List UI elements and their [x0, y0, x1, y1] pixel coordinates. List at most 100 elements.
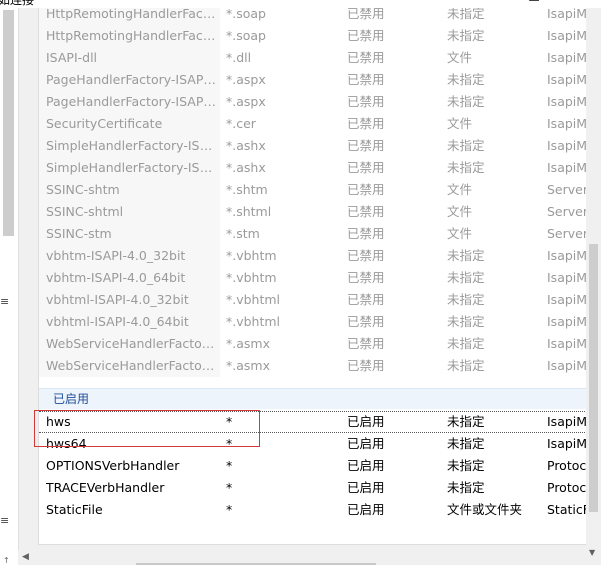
cell-type: 未指定 [447, 458, 485, 473]
table-row[interactable]: WebServiceHandlerFactory-... *.asmx 已禁用 未指定… [39, 333, 587, 355]
cell-state: 已禁用 [347, 336, 385, 351]
maximize-button[interactable]: ☐ [522, 0, 546, 6]
table-row[interactable]: PageHandlerFactory-ISAPI-... *.aspx 已禁用 未指定… [39, 91, 587, 113]
cell-type: 未指定 [447, 160, 485, 175]
table-row[interactable]: WebServiceHandlerFactory-... *.asmx 已禁用 未指定… [39, 355, 587, 377]
cell-name: vbhtml-ISAPI-4.0_32bit [46, 292, 189, 307]
table-row[interactable]: PageHandlerFactory-ISAPI-... *.aspx 已禁用 未指定… [39, 69, 587, 91]
cell-name: HttpRemotingHandlerFacto... [46, 28, 218, 43]
scroll-left-arrow-icon[interactable]: ◀ [22, 552, 29, 562]
table-row[interactable]: vbhtm-ISAPI-4.0_32bit *.vbhtm 已禁用 未指定 IsapiM [39, 245, 587, 267]
cell-state: 已启用 [347, 414, 385, 429]
cell-name: vbhtm-ISAPI-4.0_32bit [46, 248, 186, 263]
table-row[interactable]: HttpRemotingHandlerFacto... *.soap 已禁用 未指定 I… [39, 8, 587, 25]
cell-name: HttpRemotingHandlerFacto... [46, 8, 218, 21]
cell-path: *.vbhtml [226, 292, 281, 307]
scroll-up-arrow-icon[interactable]: ↑ [3, 556, 10, 565]
cell-name: vbhtm-ISAPI-4.0_64bit [46, 270, 186, 285]
cell-path: *.ashx [226, 138, 266, 153]
cell-state: 已启用 [347, 480, 385, 495]
cell-handler: IsapiM [547, 160, 587, 175]
cell-path: *.vbhtm [226, 270, 277, 285]
table-row[interactable]: SecurityCertificate *.cer 已禁用 文件 IsapiM [39, 113, 587, 135]
table-row[interactable]: vbhtml-ISAPI-4.0_64bit *.vbhtml 已禁用 未指定 Isap… [39, 311, 587, 333]
cell-name: SecurityCertificate [46, 116, 163, 131]
cell-handler: IsapiM [547, 292, 587, 307]
cell-name: WebServiceHandlerFactory-... [46, 358, 218, 373]
cell-state: 已禁用 [347, 204, 385, 219]
cell-type: 未指定 [447, 436, 485, 451]
cell-path: *.cer [226, 116, 256, 131]
cell-state: 已禁用 [347, 226, 385, 241]
cell-state: 已禁用 [347, 182, 385, 197]
table-row[interactable]: SSINC-shtml *.shtml 已禁用 文件 ServerS [39, 201, 587, 223]
table-row[interactable]: HttpRemotingHandlerFacto... *.soap 已禁用 未指定 I… [39, 25, 587, 47]
cell-type: 未指定 [447, 314, 485, 329]
cell-state: 已禁用 [347, 138, 385, 153]
cell-type: 未指定 [447, 94, 485, 109]
table-row[interactable]: StaticFile * 已启用 文件或文件夹 StaticFi [39, 499, 587, 521]
table-row[interactable]: SSINC-stm *.stm 已禁用 文件 ServerS [39, 223, 587, 245]
cell-path: *.ashx [226, 160, 266, 175]
horizontal-scrollbar[interactable]: ◀ [18, 550, 586, 565]
handler-mappings-list: HttpRemotingHandlerFacto... *.soap 已禁用 未指定 I… [38, 8, 587, 545]
table-row[interactable]: SimpleHandlerFactory-ISAPI... *.ashx 已禁用 未指… [39, 135, 587, 157]
cell-path: *.shtm [226, 182, 268, 197]
cell-path: *.soap [226, 8, 266, 21]
close-button[interactable]: ✕ [568, 0, 592, 6]
cell-handler: IsapiM [547, 50, 587, 65]
cell-type: 未指定 [447, 358, 485, 373]
cell-state: 已启用 [347, 458, 385, 473]
table-row[interactable]: vbhtm-ISAPI-4.0_64bit *.vbhtm 已禁用 未指定 IsapiM [39, 267, 587, 289]
table-row[interactable]: SSINC-shtm *.shtm 已禁用 文件 ServerS [39, 179, 587, 201]
cell-type: 未指定 [447, 138, 485, 153]
cell-type: 未指定 [447, 336, 485, 351]
vertical-scrollbar[interactable]: ▼ [586, 8, 601, 565]
cell-state: 已启用 [347, 436, 385, 451]
cell-name: PageHandlerFactory-ISAPI-... [46, 94, 218, 109]
table-row[interactable]: OPTIONSVerbHandler * 已启用 未指定 Protoco [39, 455, 587, 477]
minimize-button[interactable]: — [472, 0, 496, 6]
cell-type: 文件 [447, 116, 473, 131]
group-header-label: 已启用 [53, 392, 90, 406]
table-row[interactable]: TRACEVerbHandler * 已启用 未指定 Protoco [39, 477, 587, 499]
scroll-down-arrow-icon[interactable]: ▼ [589, 548, 595, 557]
cell-type: 文件或文件夹 [447, 502, 523, 517]
cell-path: * [226, 502, 233, 517]
cell-handler: ServerS [547, 226, 587, 241]
cell-name: SSINC-stm [46, 226, 112, 241]
cell-state: 已禁用 [347, 314, 385, 329]
cell-handler: IsapiM [547, 138, 587, 153]
cell-type: 未指定 [447, 480, 485, 495]
vertical-scrollbar-thumb[interactable] [589, 244, 598, 512]
cell-name: SimpleHandlerFactory-ISAPI... [46, 138, 218, 153]
cell-name: OPTIONSVerbHandler [46, 458, 180, 473]
connections-panel: ≡ ≡ ↑ [0, 8, 19, 565]
cell-name: TRACEVerbHandler [46, 480, 165, 495]
cell-handler: IsapiM [547, 336, 587, 351]
cell-type: 未指定 [447, 292, 485, 307]
cell-state: 已禁用 [347, 160, 385, 175]
cell-name: vbhtml-ISAPI-4.0_64bit [46, 314, 189, 329]
table-row[interactable]: ISAPI-dll *.dll 已禁用 文件 IsapiM [39, 47, 587, 69]
cell-path: * [226, 458, 233, 473]
cell-path: *.asmx [226, 358, 270, 373]
cell-name: PageHandlerFactory-ISAPI-... [46, 72, 218, 87]
cell-type: 未指定 [447, 72, 485, 87]
group-header-enabled[interactable]: 已启用 [39, 388, 587, 409]
cell-handler: IsapiM [547, 72, 587, 87]
cell-state: 已启用 [347, 502, 385, 517]
cell-name: SimpleHandlerFactory-ISAPI... [46, 160, 218, 175]
left-scrollbar-thumb[interactable] [3, 10, 14, 236]
cell-handler: StaticFi [547, 502, 587, 517]
cell-handler: IsapiM [547, 116, 587, 131]
table-row[interactable]: SimpleHandlerFactory-ISAPI... *.ashx 已禁用 未指… [39, 157, 587, 179]
annotation-highlight-box [34, 410, 260, 447]
cell-handler: IsapiM [547, 314, 587, 329]
tree-node-icon[interactable]: ≡ [0, 295, 9, 308]
cell-handler: IsapiM [547, 436, 587, 451]
cell-path: *.stm [226, 226, 260, 241]
cell-handler: Protoco [547, 458, 587, 473]
tree-node-icon[interactable]: ≡ [0, 514, 9, 527]
table-row[interactable]: vbhtml-ISAPI-4.0_32bit *.vbhtml 已禁用 未指定 Isap… [39, 289, 587, 311]
